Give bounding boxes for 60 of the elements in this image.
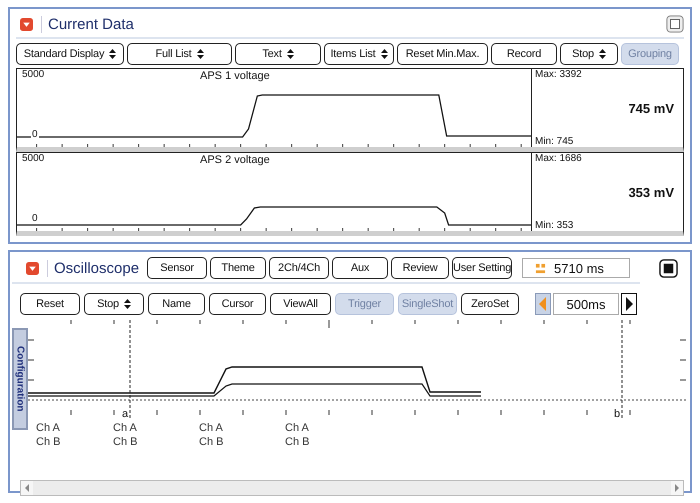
stop-icon[interactable] [659, 259, 678, 278]
horizontal-scrollbar[interactable] [20, 480, 684, 496]
updown-icon [598, 49, 606, 59]
elapsed-time: 5710 ms [554, 260, 604, 276]
channel-label: Ch B [285, 436, 310, 448]
toolbar-button[interactable]: Record [491, 43, 557, 65]
dropdown[interactable]: Stop [84, 293, 144, 315]
updown-icon [196, 49, 204, 59]
channel-label: Ch B [199, 436, 224, 448]
dropdown[interactable]: Stop [560, 43, 618, 65]
updown-icon [286, 49, 294, 59]
scroll-left-icon[interactable] [21, 481, 33, 495]
toolbar-button[interactable]: Review [391, 257, 450, 279]
graph-title: APS 1 voltage [200, 70, 270, 82]
right-arrow-button[interactable] [621, 293, 637, 315]
toolbar-button[interactable]: 2Ch/4Ch [269, 257, 330, 279]
axis-label: 5000 [22, 69, 44, 80]
dropdown[interactable]: Items List [324, 43, 394, 65]
collapse-icon[interactable] [26, 262, 39, 274]
scroll-right-icon[interactable] [671, 481, 683, 495]
dropdown[interactable]: Text [235, 43, 321, 65]
channel-label: Ch A [199, 422, 224, 434]
cursor-label: b [614, 408, 620, 420]
maximize-icon[interactable] [666, 15, 684, 33]
collapse-icon[interactable] [20, 18, 33, 30]
dropdown[interactable]: Standard Display [16, 43, 124, 65]
toolbar-button[interactable]: User Setting [452, 257, 512, 279]
axis-label: 0 [31, 214, 39, 224]
current-value: 745 mV [628, 100, 674, 116]
timebase-field[interactable]: 500ms [553, 293, 619, 315]
updown-icon [380, 49, 388, 59]
channel-label: Ch A [113, 422, 138, 434]
panel-title: Current Data [41, 16, 134, 32]
channel-label: Ch A [36, 422, 60, 434]
axis-label: 0 [31, 130, 39, 140]
updown-icon [124, 299, 131, 309]
toolbar-button[interactable]: Aux [332, 257, 388, 279]
current-value: 353 mV [628, 184, 674, 200]
axis-label: 5000 [22, 153, 44, 164]
toolbar-button[interactable]: Cursor [209, 293, 266, 315]
min-value: Min: 353 [535, 220, 574, 231]
toolbar-button[interactable]: Reset [20, 293, 80, 315]
max-value: Max: 3392 [535, 69, 583, 80]
toolbar-button[interactable]: Theme [210, 257, 266, 279]
toolbar-button[interactable]: ViewAll [270, 293, 331, 315]
max-value: Max: 1686 [535, 153, 583, 164]
toolbar-button[interactable]: Name [148, 293, 205, 315]
dropdown[interactable]: Full List [127, 43, 232, 65]
graph-title: APS 2 voltage [200, 154, 270, 166]
cursor-label: a [122, 408, 128, 420]
toolbar-button[interactable]: Sensor [147, 257, 208, 279]
channel-label: Ch B [113, 436, 138, 448]
panel-title: Oscilloscope [47, 260, 140, 276]
channel-label: Ch B [36, 436, 60, 448]
toolbar-button[interactable]: Reset Min.Max. [397, 43, 488, 65]
min-value: Min: 745 [535, 136, 574, 147]
updown-icon [109, 49, 116, 59]
configuration-tab[interactable]: Configuration [12, 328, 28, 430]
channel-label: Ch A [285, 422, 310, 434]
toolbar-button[interactable]: ZeroSet [461, 293, 519, 315]
